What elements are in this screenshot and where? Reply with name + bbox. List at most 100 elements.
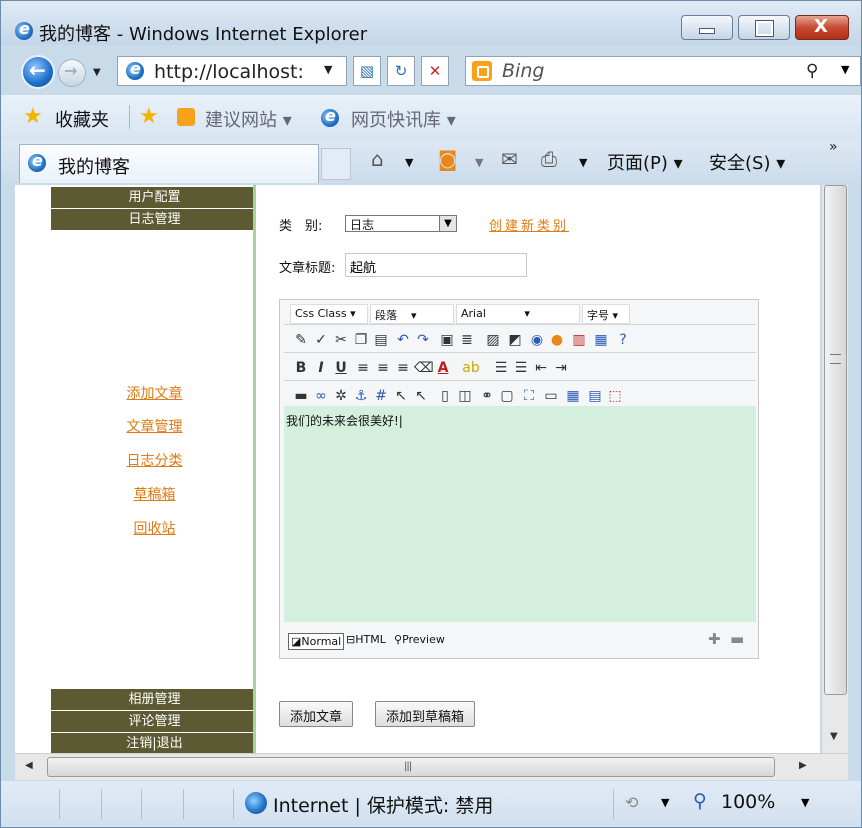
close-button[interactable]: X <box>795 15 849 40</box>
eraser-icon[interactable]: ⌫ <box>414 359 434 377</box>
form-icon[interactable]: ▢ <box>498 387 516 405</box>
web-slice-gallery-link[interactable]: 网页快讯库 ▾ <box>351 106 456 132</box>
nav-link-drafts[interactable]: 草稿箱 <box>51 484 258 504</box>
frame-icon[interactable]: ▭ <box>542 387 560 405</box>
expand-editor-icon[interactable]: ✚ <box>708 630 721 648</box>
search-icon[interactable]: ⚲ <box>806 61 818 81</box>
vertical-scroll-thumb[interactable] <box>824 185 847 695</box>
font-color-icon[interactable]: A <box>434 359 452 377</box>
binoculars-icon[interactable]: ⚭ <box>478 387 496 405</box>
scroll-down-icon[interactable]: ▼ <box>830 731 838 742</box>
horizontal-scrollbar[interactable]: ◀ ||| ▶ <box>15 753 848 780</box>
suggested-sites-link[interactable]: 建议网站 ▾ <box>205 106 292 132</box>
paste-special-icon[interactable]: ▣ <box>438 331 456 349</box>
print-icon[interactable]: ⎙ <box>541 147 557 171</box>
paste-icon[interactable]: ▤ <box>372 331 390 349</box>
format-painter-icon[interactable]: ✎ <box>292 331 310 349</box>
new-document-icon[interactable]: ▯ <box>436 387 454 405</box>
maximize-button[interactable] <box>738 15 790 40</box>
insert-row-icon[interactable]: ↖ <box>392 387 410 405</box>
nav-header-logout[interactable]: 注销|退出 <box>51 733 258 753</box>
add-favorites-icon[interactable]: ★ <box>139 104 159 129</box>
link-icon[interactable]: ∞ <box>312 387 330 405</box>
back-button[interactable] <box>21 55 55 89</box>
nav-header-comment-manage[interactable]: 评论管理 <box>51 711 258 732</box>
horizontal-rule-icon[interactable]: ▬ <box>292 387 310 405</box>
compatibility-view-icon[interactable]: ▧ <box>353 56 381 86</box>
fullscreen-icon[interactable]: ⛶ <box>520 387 538 405</box>
horizontal-scroll-thumb[interactable]: ||| <box>47 757 775 777</box>
undo-icon[interactable]: ↶ <box>394 331 412 349</box>
stop-icon[interactable]: ✕ <box>421 56 449 86</box>
search-input[interactable]: Bing ⚲ ▼ <box>465 56 861 86</box>
unlink-icon[interactable]: ✲ <box>332 387 350 405</box>
tab-my-blog[interactable]: 我的博客 <box>19 144 319 183</box>
align-left-icon[interactable]: ≡ <box>354 359 372 377</box>
mode-tab-preview[interactable]: ⚲Preview <box>394 633 445 646</box>
minimize-button[interactable] <box>681 15 733 40</box>
pdf-icon[interactable]: ▥ <box>570 331 588 349</box>
nav-link-recycle-bin[interactable]: 回收站 <box>51 518 258 538</box>
add-to-drafts-button[interactable]: 添加到草稿箱 <box>375 701 476 727</box>
paragraph-dropdown[interactable]: 段落 ▾ <box>370 304 454 324</box>
nav-header-log-manage[interactable]: 日志管理 <box>51 209 258 230</box>
layer-icon[interactable]: ▤ <box>586 387 604 405</box>
align-right-icon[interactable]: ≡ <box>394 359 412 377</box>
highlight-icon[interactable]: ab <box>462 359 480 377</box>
zoom-dropdown-icon[interactable]: ▼ <box>801 796 809 809</box>
anchor-icon[interactable]: ⚓ <box>352 387 370 405</box>
mode-tab-normal[interactable]: ◪Normal <box>288 633 345 650</box>
font-dropdown[interactable]: Arial ▾ <box>456 304 580 324</box>
bold-icon[interactable]: B <box>292 359 310 377</box>
editor-content-area[interactable]: 我们的未来会很美好!| <box>284 406 756 622</box>
flash-icon[interactable]: ◉ <box>528 331 546 349</box>
mode-tab-html[interactable]: ⊟HTML <box>346 633 386 646</box>
nav-link-log-category[interactable]: 日志分类 <box>51 450 258 470</box>
vertical-scrollbar[interactable]: ▼ <box>821 185 848 753</box>
safety-menu[interactable]: 安全(S) ▾ <box>709 149 785 175</box>
create-category-link[interactable]: 创建新类别 <box>489 215 569 234</box>
zoom-icon[interactable]: ⚲ <box>693 790 707 812</box>
forward-button[interactable] <box>58 59 86 87</box>
ordered-list-icon[interactable]: ☰ <box>492 359 510 377</box>
scroll-left-icon[interactable]: ◀ <box>25 760 33 771</box>
find-icon[interactable]: ≣ <box>458 331 476 349</box>
shrink-editor-icon[interactable]: ▬ <box>730 630 744 648</box>
zone-status-text[interactable]: Internet | 保护模式: 禁用 <box>273 791 493 818</box>
table-icon[interactable]: # <box>372 387 390 405</box>
more-commands-icon[interactable]: » <box>829 139 838 155</box>
indent-icon[interactable]: ⇥ <box>552 359 570 377</box>
favorites-button[interactable]: 收藏夹 <box>55 106 109 132</box>
nav-header-user-settings[interactable]: 用户配置 <box>51 187 258 208</box>
add-article-button[interactable]: 添加文章 <box>279 701 354 727</box>
category-select[interactable]: 日志 ▼ <box>345 215 457 232</box>
article-title-input[interactable]: 起航 <box>345 253 527 277</box>
popup-dropdown-icon[interactable]: ▼ <box>661 796 669 809</box>
align-center-icon[interactable]: ≡ <box>374 359 392 377</box>
copy-icon[interactable]: ❐ <box>352 331 370 349</box>
grid-icon[interactable]: ▦ <box>564 387 582 405</box>
home-icon[interactable]: ⌂ <box>371 147 384 171</box>
css-class-dropdown[interactable]: Css Class ▾ <box>290 304 368 324</box>
outdent-icon[interactable]: ⇤ <box>532 359 550 377</box>
nav-link-add-article[interactable]: 添加文章 <box>51 383 258 403</box>
home-dropdown-icon[interactable]: ▼ <box>405 156 413 169</box>
zoom-level[interactable]: 100% <box>721 791 775 813</box>
image-edit-icon[interactable]: ◩ <box>506 331 524 349</box>
search-dropdown-icon[interactable]: ▼ <box>841 63 849 76</box>
print-dropdown-icon[interactable]: ▼ <box>579 156 587 169</box>
italic-icon[interactable]: I <box>312 359 330 377</box>
redo-icon[interactable]: ↷ <box>414 331 432 349</box>
cursor-icon[interactable]: ↖ <box>412 387 430 405</box>
address-dropdown-icon[interactable]: ▼ <box>324 63 332 76</box>
address-input[interactable]: http://localhost: ▼ <box>117 56 347 86</box>
div-box-icon[interactable]: ⬚ <box>606 387 624 405</box>
cut-icon[interactable]: ✂ <box>332 331 350 349</box>
feed-dropdown-icon[interactable]: ▼ <box>475 156 483 169</box>
rss-feed-icon[interactable]: ◙ <box>438 147 457 171</box>
underline-icon[interactable]: U <box>332 359 350 377</box>
preview-icon[interactable]: ◫ <box>456 387 474 405</box>
unordered-list-icon[interactable]: ☰ <box>512 359 530 377</box>
nav-link-article-manage[interactable]: 文章管理 <box>51 416 258 436</box>
insert-image-icon[interactable]: ▨ <box>484 331 502 349</box>
